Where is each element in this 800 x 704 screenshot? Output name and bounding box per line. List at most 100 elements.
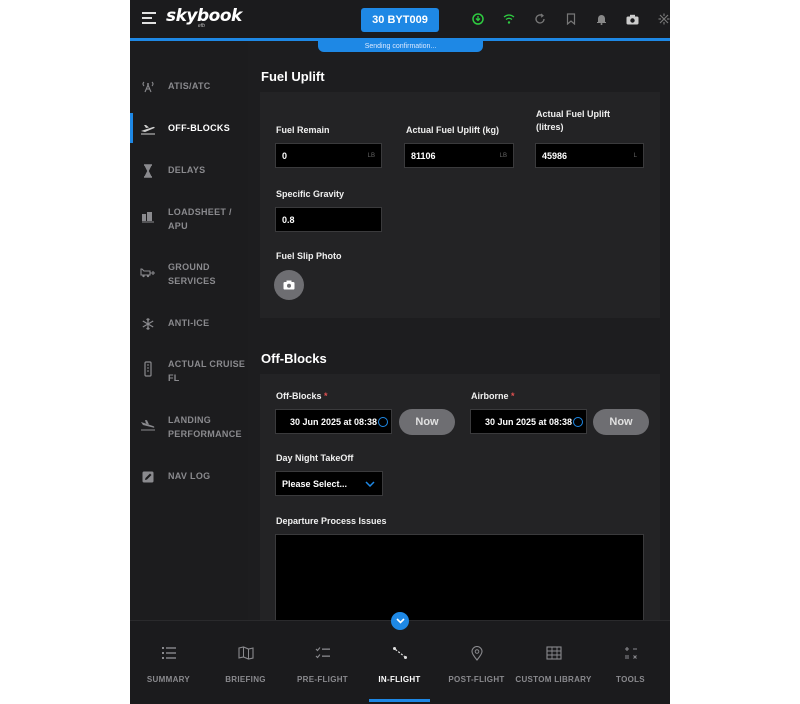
sidebar-item-label: ACTUAL CRUISE FL xyxy=(168,359,246,383)
sidebar-item-label: LANDING PERFORMANCE xyxy=(168,415,242,439)
calculator-icon xyxy=(622,645,640,661)
camera-icon xyxy=(283,280,295,290)
airborne-datetime-input[interactable]: 30 Jun 2025 at 08:38 xyxy=(470,409,587,434)
chevron-down-icon xyxy=(395,618,405,624)
radio-tower-icon xyxy=(140,79,156,95)
departure-process-issues-label: Departure Process Issues xyxy=(276,516,387,526)
nav-active-underline xyxy=(369,699,430,702)
actual-uplift-kg-value: 81106 xyxy=(411,150,436,161)
day-night-takeoff-select[interactable]: Please Select... xyxy=(275,471,383,496)
bottom-navigation: SUMMARY BRIEFING PRE-FLIGHT IN-FLIGHT PO… xyxy=(130,620,670,704)
departure-process-issues-textarea[interactable] xyxy=(275,534,644,620)
airborne-label: Airborne * xyxy=(471,390,515,403)
fuel-remain-label: Fuel Remain xyxy=(276,125,330,135)
specific-gravity-value: 0.8 xyxy=(282,214,295,225)
nav-briefing[interactable]: BRIEFING xyxy=(207,621,284,704)
plane-departure-icon xyxy=(140,121,156,137)
actual-uplift-litres-unit: L xyxy=(633,152,637,159)
sidebar-item-label: ANTI-ICE xyxy=(168,318,210,328)
sync-status-icon[interactable] xyxy=(462,11,493,27)
sidebar: ATIS/ATC OFF-BLOCKS DELAYS LOADSHEET / A… xyxy=(130,41,248,621)
map-icon xyxy=(237,645,255,661)
sidebar-item-label: ATIS/ATC xyxy=(168,81,211,91)
nav-summary[interactable]: SUMMARY xyxy=(130,621,207,704)
hamburger-menu-icon[interactable] xyxy=(142,12,156,24)
altitude-icon xyxy=(140,361,156,377)
actual-uplift-kg-label: Actual Fuel Uplift (kg) xyxy=(406,125,499,135)
nav-custom-library[interactable]: CUSTOM LIBRARY xyxy=(515,621,592,704)
nav-in-flight[interactable]: IN-FLIGHT xyxy=(361,621,438,704)
sidebar-item-label: OFF-BLOCKS xyxy=(168,123,230,133)
airborne-label-text: Airborne xyxy=(471,391,509,401)
app-window: skybook efb 30 BYT009 Sending confirmati… xyxy=(130,0,670,704)
fuel-remain-input[interactable]: 0 LB xyxy=(275,143,382,168)
plane-landing-icon xyxy=(140,417,156,433)
nav-label: IN-FLIGHT xyxy=(378,675,421,684)
collapse-nav-button[interactable] xyxy=(391,612,409,630)
hourglass-icon xyxy=(140,163,156,179)
route-icon xyxy=(391,645,409,661)
flight-number-button[interactable]: 30 BYT009 xyxy=(361,8,439,32)
fuel-truck-icon xyxy=(140,264,156,280)
checklist-icon xyxy=(314,645,332,661)
day-night-takeoff-value: Please Select... xyxy=(282,478,348,489)
top-bar: skybook efb 30 BYT009 xyxy=(130,0,670,38)
nav-label: POST-FLIGHT xyxy=(448,675,505,684)
airborne-now-button[interactable]: Now xyxy=(593,409,649,435)
main-content: Fuel Uplift Fuel Remain 0 LB Actual Fuel… xyxy=(248,52,670,620)
off-blocks-card: Off-Blocks * 30 Jun 2025 at 08:38 Now Ai… xyxy=(260,374,660,620)
notification-icon[interactable] xyxy=(586,11,617,27)
off-blocks-value: 30 Jun 2025 at 08:38 xyxy=(290,416,378,427)
wifi-icon[interactable] xyxy=(493,11,524,27)
edit-icon xyxy=(140,469,156,485)
off-blocks-now-button[interactable]: Now xyxy=(399,409,455,435)
off-blocks-title: Off-Blocks xyxy=(261,351,327,366)
location-pin-icon xyxy=(468,645,486,661)
fuel-remain-value: 0 xyxy=(282,150,288,161)
fuel-uplift-card: Fuel Remain 0 LB Actual Fuel Uplift (kg)… xyxy=(260,92,660,318)
snowflake-icon xyxy=(140,316,156,332)
required-marker: * xyxy=(511,391,515,401)
status-banner: Sending confirmation... xyxy=(318,41,483,52)
sidebar-item-label: GROUND SERVICES xyxy=(168,262,216,286)
fuel-uplift-title: Fuel Uplift xyxy=(261,69,325,84)
top-icon-bar xyxy=(462,11,670,27)
actual-uplift-litres-label: Actual Fuel Uplift (litres) xyxy=(536,109,610,132)
settings-icon[interactable] xyxy=(648,11,670,27)
clock-icon xyxy=(378,416,388,427)
airborne-value: 30 Jun 2025 at 08:38 xyxy=(485,416,573,427)
nav-pre-flight[interactable]: PRE-FLIGHT xyxy=(284,621,361,704)
sidebar-item-label: NAV LOG xyxy=(168,471,211,481)
specific-gravity-label: Specific Gravity xyxy=(276,189,345,199)
fuel-slip-camera-button[interactable] xyxy=(274,270,304,300)
fuel-slip-photo-label: Fuel Slip Photo xyxy=(276,251,342,261)
day-night-takeoff-label: Day Night TakeOff xyxy=(276,453,354,463)
nav-label: PRE-FLIGHT xyxy=(297,675,348,684)
actual-uplift-litres-input[interactable]: 45986 L xyxy=(535,143,644,168)
sidebar-item-label: DELAYS xyxy=(168,165,206,175)
off-blocks-label-text: Off-Blocks xyxy=(276,391,322,401)
camera-icon[interactable] xyxy=(617,11,648,27)
chevron-down-icon xyxy=(365,481,375,487)
actual-uplift-kg-input[interactable]: 81106 LB xyxy=(404,143,514,168)
fuel-remain-unit: LB xyxy=(367,152,375,159)
bookmark-icon[interactable] xyxy=(555,11,586,27)
nav-label: CUSTOM LIBRARY xyxy=(515,675,592,684)
off-blocks-datetime-input[interactable]: 30 Jun 2025 at 08:38 xyxy=(275,409,392,434)
actual-uplift-litres-value: 45986 xyxy=(542,150,568,161)
nav-post-flight[interactable]: POST-FLIGHT xyxy=(438,621,515,704)
logo: skybook efb xyxy=(166,6,242,29)
sidebar-active-indicator xyxy=(130,113,133,143)
sidebar-item-label: LOADSHEET / APU xyxy=(168,207,232,231)
nav-tools[interactable]: TOOLS xyxy=(592,621,669,704)
specific-gravity-input[interactable]: 0.8 xyxy=(275,207,382,232)
library-icon xyxy=(545,645,563,661)
required-marker: * xyxy=(324,391,328,401)
actual-uplift-kg-unit: LB xyxy=(499,152,507,159)
refresh-icon[interactable] xyxy=(524,11,555,27)
off-blocks-label: Off-Blocks * xyxy=(276,390,328,403)
list-icon xyxy=(160,645,178,661)
nav-label: SUMMARY xyxy=(146,675,191,684)
clock-icon xyxy=(573,416,583,427)
nav-label: TOOLS xyxy=(616,675,645,684)
